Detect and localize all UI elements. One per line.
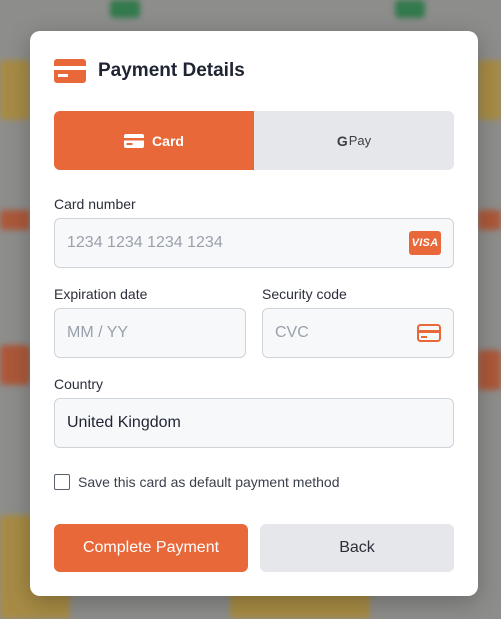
security-code-placeholder: CVC (275, 324, 309, 341)
visa-icon: VISA (409, 231, 441, 255)
expiration-date-input[interactable]: MM / YY (54, 308, 246, 358)
tab-card[interactable]: Card (54, 111, 254, 170)
save-card-row[interactable]: Save this card as default payment method (54, 474, 339, 490)
save-card-label: Save this card as default payment method (78, 474, 340, 490)
security-code-input[interactable]: CVC (262, 308, 454, 358)
modal-header: Payment Details (54, 59, 245, 83)
complete-payment-button[interactable]: Complete Payment (54, 524, 248, 572)
country-value: United Kingdom (67, 414, 181, 431)
expiration-date-placeholder: MM / YY (67, 324, 129, 341)
security-code-label: Security code (262, 286, 347, 302)
payment-modal: Payment Details Card G Pay Card number 1… (30, 31, 478, 596)
tab-card-label: Card (152, 132, 184, 149)
credit-card-icon (54, 59, 86, 83)
save-card-checkbox[interactable] (54, 474, 70, 490)
google-pay-logo: G (336, 132, 348, 149)
credit-card-icon (124, 133, 145, 148)
card-icon (417, 324, 441, 342)
expiration-date-label: Expiration date (54, 286, 148, 302)
payment-method-tabs: Card G Pay (54, 111, 454, 170)
card-number-placeholder: 1234 1234 1234 1234 (67, 234, 223, 251)
country-label: Country (54, 376, 104, 392)
tab-google-pay-label: Pay (348, 133, 372, 148)
tab-google-pay[interactable]: G Pay (254, 111, 454, 170)
modal-title: Payment Details (98, 60, 245, 81)
country-select[interactable]: United Kingdom (54, 398, 454, 448)
card-number-input[interactable]: 1234 1234 1234 1234 VISA (54, 218, 454, 268)
card-number-label: Card number (54, 196, 136, 212)
back-button[interactable]: Back (260, 524, 454, 572)
